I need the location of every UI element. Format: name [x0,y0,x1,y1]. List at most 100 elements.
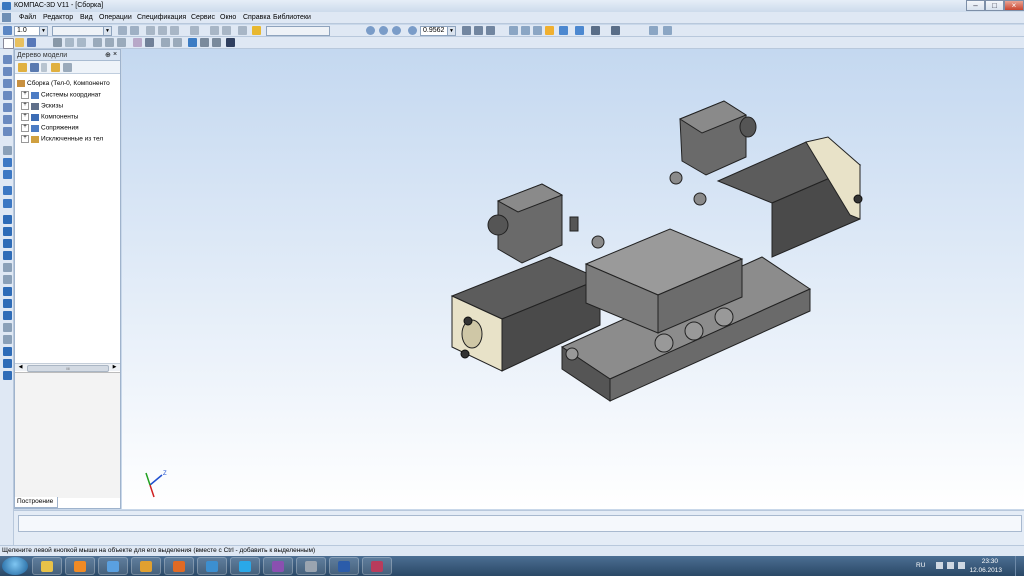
panel-tool-icon[interactable] [3,91,12,100]
scroll-right-icon[interactable]: ▶ [111,364,118,371]
clock-date[interactable]: 12.06.2013 [969,567,1002,574]
tree-structure-icon[interactable] [18,63,27,72]
zoom-out-icon[interactable] [392,26,401,35]
tab-build[interactable]: Построение [14,497,58,508]
print-icon[interactable] [53,38,62,47]
tree-item-excluded[interactable]: + Исключенные из тел [21,135,103,145]
expand-icon[interactable]: + [21,91,29,99]
assembly-3d-model[interactable]: Z [122,49,1024,509]
panel-tool-icon[interactable] [3,251,12,260]
chevron-down-icon[interactable]: ▼ [39,27,47,35]
taskbar-app-winrar[interactable] [362,557,392,575]
filter-icon[interactable] [611,26,620,35]
snap-icon[interactable] [118,26,127,35]
taskbar-app-word[interactable] [329,557,359,575]
perspective-icon[interactable] [591,26,600,35]
menu-file[interactable]: Файл [19,14,36,21]
coords-icon[interactable] [222,26,231,35]
show-desktop-button[interactable] [1015,556,1024,576]
panel-tool-icon[interactable] [3,359,12,368]
menu-libraries[interactable]: Библиотеки [273,14,311,21]
cursor-icon[interactable] [238,26,247,35]
taskbar-app-explorer[interactable] [32,557,62,575]
zoom-window-icon[interactable] [379,26,388,35]
panel-tool-icon[interactable] [3,335,12,344]
clock-time[interactable]: 23:30 [982,558,998,565]
wireframe-icon[interactable] [509,26,518,35]
zoom-in-icon[interactable] [366,26,375,35]
copy-icon[interactable] [105,38,114,47]
taskbar-app-app-globe[interactable] [197,557,227,575]
panel-tool-icon[interactable] [3,158,12,167]
tree-horizontal-scrollbar[interactable]: ◀ III ▶ [15,363,120,372]
tree-item-coordinate-systems[interactable]: + Системы координат [21,91,101,101]
panel-tool-icon[interactable] [3,55,12,64]
cut-icon[interactable] [93,38,102,47]
network-icon[interactable] [947,562,954,569]
measure-icon[interactable] [158,26,167,35]
select-icon[interactable] [146,26,155,35]
taskbar-app-archive[interactable] [131,557,161,575]
close-button[interactable]: × [1004,0,1024,11]
panel-tool-icon[interactable] [3,275,12,284]
document-icon[interactable] [2,13,11,22]
orientation-icon[interactable] [486,26,495,35]
panel-tool-icon[interactable] [3,311,12,320]
scroll-thumb[interactable]: III [27,365,109,372]
panel-tool-icon[interactable] [3,263,12,272]
pin-icon[interactable]: ⊕ [105,51,111,59]
section-icon[interactable] [649,26,658,35]
panel-tool-icon[interactable] [3,299,12,308]
properties-icon[interactable] [133,38,142,47]
maximize-button[interactable]: □ [985,0,1004,11]
help-cursor-icon[interactable] [226,38,235,47]
scroll-left-icon[interactable]: ◀ [17,364,24,371]
start-button[interactable] [2,557,28,575]
local-cs-icon[interactable] [210,26,219,35]
tray-flag-icon[interactable] [936,562,943,569]
tree-item-mates[interactable]: + Сопряжения [21,124,79,134]
panel-tool-icon[interactable] [3,199,12,208]
preview-icon[interactable] [65,38,74,47]
panel-tool-icon[interactable] [3,323,12,332]
function-icon[interactable] [212,38,221,47]
library-icon[interactable] [145,38,154,47]
menu-editor[interactable]: Редактор [43,14,73,21]
minimize-button[interactable]: – [966,0,985,11]
panel-tool-icon[interactable] [3,186,12,195]
volume-icon[interactable] [958,562,965,569]
taskbar-app-skype[interactable] [230,557,260,575]
zoom-combo[interactable]: 0.9562 ▼ [420,26,456,36]
tree-settings-icon[interactable] [63,63,72,72]
hidden-lines-icon[interactable] [521,26,530,35]
panel-tool-icon[interactable] [3,215,12,224]
ortho-icon[interactable] [190,26,199,35]
save-icon[interactable] [27,38,36,47]
no-hidden-icon[interactable] [545,26,554,35]
view-options-icon[interactable] [663,26,672,35]
zoom-all-icon[interactable] [408,26,417,35]
panel-tool-icon[interactable] [3,371,12,380]
menu-view[interactable]: Вид [80,14,93,21]
taskbar-app-app-purple[interactable] [263,557,293,575]
close-icon[interactable]: × [113,51,117,58]
expand-icon[interactable]: + [21,113,29,121]
highlight-icon[interactable] [252,26,261,35]
expand-icon[interactable]: + [21,124,29,132]
new-file-icon[interactable] [3,38,14,49]
panel-tool-icon[interactable] [3,67,12,76]
pan-icon[interactable] [462,26,471,35]
chevron-down-icon[interactable] [41,63,47,72]
tree-item-components[interactable]: + Компоненты [21,113,78,123]
tree-view-icon[interactable] [30,63,39,72]
panel-tool-icon[interactable] [3,287,12,296]
panel-tool-icon[interactable] [3,115,12,124]
menu-help[interactable]: Справка [243,14,270,21]
panel-tool-icon[interactable] [3,103,12,112]
taskbar-app-kompas[interactable] [98,557,128,575]
shaded-edges-icon[interactable] [575,26,584,35]
panel-tool-icon[interactable] [3,79,12,88]
language-indicator[interactable]: RU [916,562,925,569]
step-icon[interactable] [3,26,12,35]
undo-icon[interactable] [161,38,170,47]
